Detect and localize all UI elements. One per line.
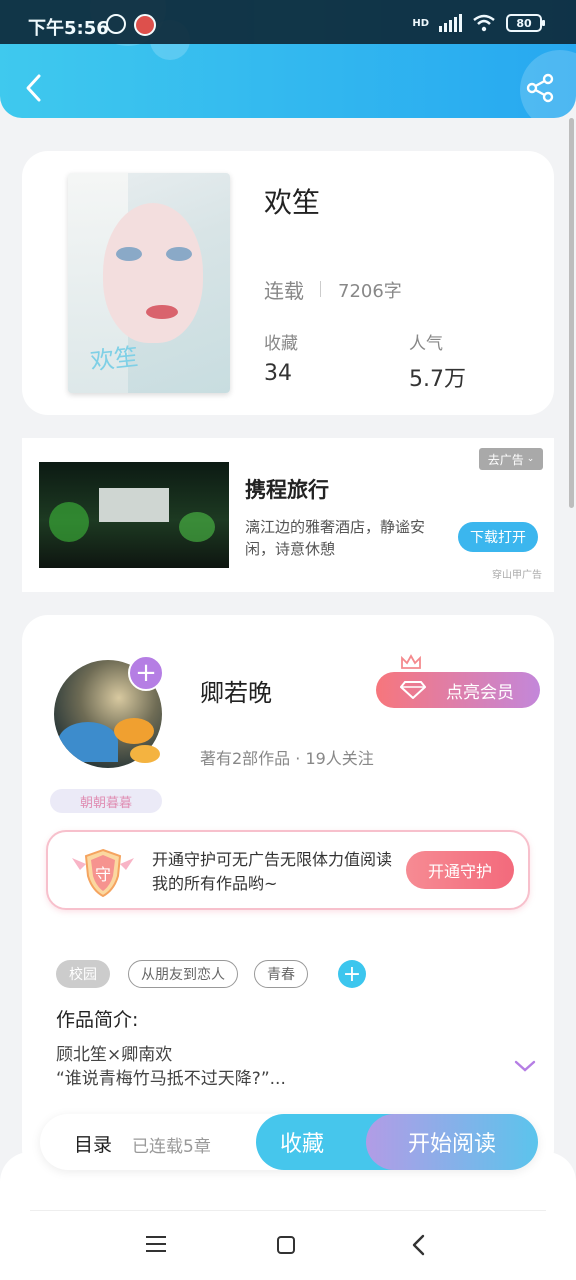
divider xyxy=(30,1210,546,1211)
ad-image-light xyxy=(179,512,215,542)
book-title: 欢笙 xyxy=(264,186,321,219)
cover-title: 欢笙 xyxy=(88,342,140,376)
system-navigation-bar xyxy=(0,1152,576,1280)
ad-banner[interactable]: 携程旅行 漓江边的雅奢酒店，静谧安闲，诗意休憩 去广告 ⌄ 下载打开 穿山甲广告 xyxy=(22,438,554,592)
top-header: 下午5:56 HD 80 xyxy=(0,0,576,118)
divider xyxy=(320,281,321,297)
plus-icon: + xyxy=(342,961,362,987)
book-cover[interactable]: 欢笙 xyxy=(68,173,230,393)
avatar-art-fish xyxy=(114,718,154,744)
tag-chip[interactable]: 从朋友到恋人 xyxy=(128,960,238,988)
start-reading-button[interactable]: 开始阅读 xyxy=(366,1114,538,1170)
vip-button-label: 点亮会员 xyxy=(446,682,514,703)
alarm-icon xyxy=(106,14,126,34)
follow-author-button[interactable]: + xyxy=(128,655,164,691)
remove-ad-label: 去广告 xyxy=(487,452,524,467)
status-notification-icons xyxy=(106,14,156,36)
author-meta: 著有2部作品 · 19人关注 xyxy=(200,749,374,768)
home-icon[interactable] xyxy=(277,1236,295,1254)
tag-chip[interactable]: 校园 xyxy=(56,960,110,988)
guard-shield-icon: 守 xyxy=(72,848,134,898)
add-tag-button[interactable]: + xyxy=(338,960,366,988)
ad-image-light xyxy=(49,502,89,542)
intro-line: 顾北笙×卿南欢 xyxy=(56,1045,173,1065)
back-icon[interactable] xyxy=(410,1234,428,1256)
guard-shield-text: 守 xyxy=(95,865,111,884)
stat-value-popularity: 5.7万 xyxy=(409,367,466,392)
chevron-left-icon xyxy=(26,74,41,102)
scrollbar[interactable] xyxy=(569,118,574,508)
ad-download-button[interactable]: 下载打开 xyxy=(458,522,538,552)
status-bar: 下午5:56 HD 80 xyxy=(0,0,576,44)
network-type: HD xyxy=(412,17,429,29)
vip-button[interactable]: 点亮会员 xyxy=(376,654,540,708)
cover-art-lips xyxy=(146,305,178,319)
cover-art-eye xyxy=(116,247,142,261)
author-name[interactable]: 卿若晚 xyxy=(200,673,272,708)
table-of-contents-button[interactable]: 目录 xyxy=(74,1130,112,1157)
back-button[interactable] xyxy=(18,70,48,106)
status-time: 下午5:56 xyxy=(28,18,109,39)
crown-icon xyxy=(401,654,421,669)
author-card: + 朝朝暮暮 卿若晚 著有2部作品 · 19人关注 点亮会员 守 开通守护可无广… xyxy=(22,615,554,1175)
remove-ad-button[interactable]: 去广告 ⌄ xyxy=(479,448,543,470)
diamond-icon xyxy=(400,681,426,699)
intro-line: “谁说青梅竹马抵不过天降?”... xyxy=(56,1069,286,1089)
app-notification-icon xyxy=(134,14,156,36)
guard-promo-banner: 守 开通守护可无广告无限体力值阅读我的所有作品哟~ 开通守护 xyxy=(46,830,530,910)
battery-icon: 80 xyxy=(506,14,545,32)
cover-art-face xyxy=(103,203,203,343)
author-badge: 朝朝暮暮 xyxy=(50,789,162,813)
stat-label-favorites: 收藏 xyxy=(264,334,298,354)
ad-image[interactable] xyxy=(39,462,229,568)
ad-title: 携程旅行 xyxy=(245,478,329,502)
bottom-action-bar: 目录 已连载5章 收藏 开始阅读 xyxy=(40,1114,538,1170)
tag-chip[interactable]: 青春 xyxy=(254,960,308,988)
battery-level: 80 xyxy=(516,16,532,30)
guard-promo-text: 开通守护可无广告无限体力值阅读我的所有作品哟~ xyxy=(152,850,393,893)
plus-icon: + xyxy=(135,658,157,688)
book-info-card: 欢笙 欢笙 连载 7206字 收藏 34 人气 5.7万 xyxy=(22,151,554,415)
chapter-count: 已连载5章 xyxy=(132,1137,211,1157)
intro-label: 作品简介: xyxy=(56,1009,139,1031)
ad-source: 穿山甲广告 xyxy=(492,570,542,581)
wifi-icon xyxy=(473,14,495,32)
cover-art-eye xyxy=(166,247,192,261)
avatar-frame-koi xyxy=(130,745,160,763)
stat-label-popularity: 人气 xyxy=(409,334,443,354)
book-word-count: 7206字 xyxy=(338,281,402,302)
chevron-down-icon[interactable] xyxy=(514,1059,536,1073)
stat-value-favorites: 34 xyxy=(264,361,292,386)
ad-image-building xyxy=(99,488,169,522)
signal-icon xyxy=(439,14,462,32)
ad-description: 漓江边的雅奢酒店，静谧安闲，诗意休憩 xyxy=(245,518,426,558)
menu-icon[interactable] xyxy=(146,1236,166,1254)
book-status: 连载 xyxy=(264,279,304,303)
share-button[interactable] xyxy=(524,72,556,104)
share-icon xyxy=(526,73,554,103)
open-guard-button[interactable]: 开通守护 xyxy=(406,851,514,889)
avatar-art-wave xyxy=(58,722,118,762)
status-right-icons: HD 80 xyxy=(412,14,545,32)
chevron-down-icon: ⌄ xyxy=(526,454,535,464)
intro-text[interactable]: 顾北笙×卿南欢 “谁说青梅竹马抵不过天降?”... xyxy=(56,1043,476,1091)
